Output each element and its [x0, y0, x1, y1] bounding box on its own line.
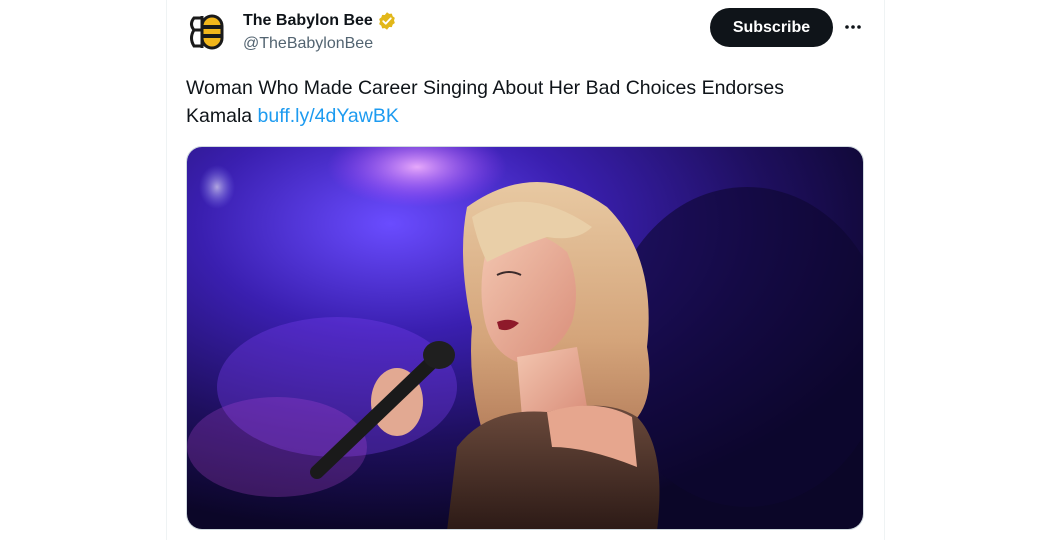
tweet-text: Woman Who Made Career Singing About Her …	[186, 74, 846, 130]
tweet-link[interactable]: buff.ly/4dYawBK	[258, 105, 399, 127]
author-handle[interactable]: @TheBabylonBee	[243, 35, 373, 53]
column-divider-right	[884, 0, 885, 540]
subscribe-button[interactable]: Subscribe	[710, 8, 833, 47]
author-name[interactable]: The Babylon Bee	[243, 12, 373, 30]
concert-photo	[187, 147, 863, 529]
more-options-button[interactable]	[840, 14, 866, 40]
column-divider-left	[166, 0, 167, 540]
bee-logo-icon	[190, 14, 224, 50]
avatar[interactable]	[186, 10, 230, 54]
author-name-row: The Babylon Bee	[243, 10, 397, 32]
more-horizontal-icon	[845, 25, 861, 29]
tweet-page: The Babylon Bee @TheBabylonBee Subscribe…	[0, 0, 1050, 540]
verified-badge-icon[interactable]	[377, 11, 397, 31]
tweet-media-photo[interactable]	[186, 146, 864, 530]
